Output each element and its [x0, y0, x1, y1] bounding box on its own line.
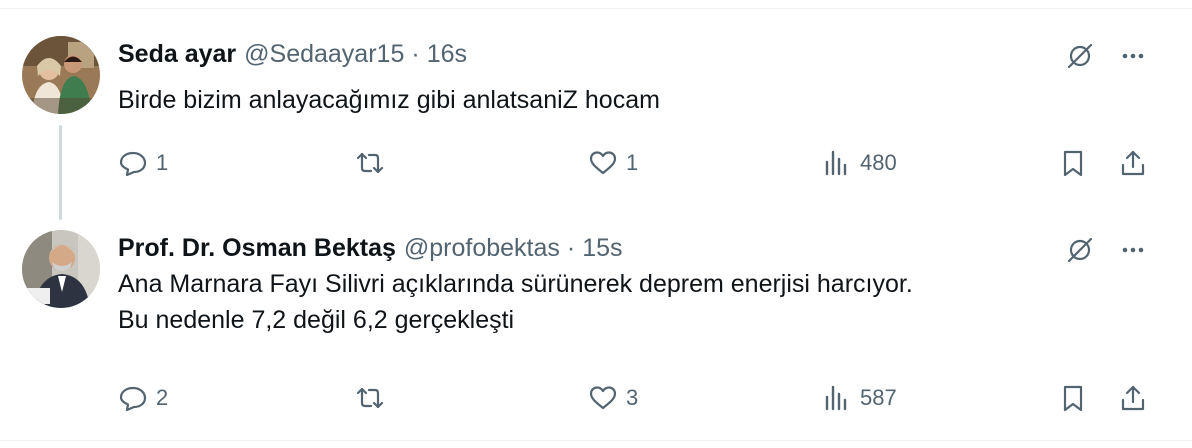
views-icon: [822, 383, 852, 413]
more-icon[interactable]: [1113, 36, 1153, 76]
tweet-text-line: Ana Marnara Fayı Silivri açıklarında sür…: [118, 270, 913, 298]
bookmark-icon: [1058, 148, 1088, 178]
like-count: 3: [626, 385, 639, 410]
tweet-text-line: Birde bizim anlayacağımız gibi anlatsani…: [118, 86, 660, 114]
share-button[interactable]: [1118, 143, 1148, 183]
display-name[interactable]: Seda ayar: [118, 40, 236, 69]
share-icon: [1118, 383, 1148, 413]
separator: ·: [411, 39, 420, 68]
tweet-header: Seda ayar @Sedaayar15 · 16s: [118, 38, 467, 70]
like-button[interactable]: 1: [588, 143, 638, 183]
action-bar: 2 3 587: [0, 378, 1192, 418]
views-button[interactable]: 587: [822, 378, 897, 418]
tweet[interactable]: Prof. Dr. Osman Bektaş @profobektas · 15…: [0, 218, 1192, 440]
grok-icon[interactable]: [1060, 230, 1100, 270]
retweet-icon: [355, 383, 385, 413]
user-handle[interactable]: @Sedaayar15: [244, 40, 404, 69]
avatar[interactable]: [22, 230, 100, 308]
retweet-button[interactable]: [355, 143, 393, 183]
tweet-text: Ana Marnara Fayı Silivri açıklarında sür…: [118, 266, 913, 338]
bookmark-button[interactable]: [1058, 143, 1088, 183]
reply-button[interactable]: 2: [118, 378, 168, 418]
timestamp[interactable]: 15s: [582, 234, 622, 263]
reply-button[interactable]: 1: [118, 143, 168, 183]
views-count: 480: [860, 150, 897, 175]
reply-count: 1: [156, 150, 169, 175]
separator: ·: [566, 233, 576, 262]
reply-icon: [118, 148, 148, 178]
tweet[interactable]: Seda ayar @Sedaayar15 · 16s Birde bizim …: [0, 0, 1192, 220]
more-icon[interactable]: [1113, 230, 1153, 270]
retweet-button[interactable]: [355, 378, 393, 418]
like-count: 1: [626, 150, 639, 175]
avatar[interactable]: [22, 36, 100, 114]
tweet-header: Prof. Dr. Osman Bektaş @profobektas · 15…: [118, 232, 623, 264]
tweet-text-line: Bu nedenle 7,2 değil 6,2 gerçekleşti: [118, 306, 515, 334]
reply-icon: [118, 383, 148, 413]
user-handle[interactable]: @profobektas: [404, 234, 560, 263]
tweet-text: Birde bizim anlayacağımız gibi anlatsani…: [118, 82, 660, 118]
bookmark-button[interactable]: [1058, 378, 1088, 418]
views-count: 587: [860, 385, 897, 410]
reply-count: 2: [156, 385, 169, 410]
like-button[interactable]: 3: [588, 378, 638, 418]
views-icon: [822, 148, 852, 178]
display-name[interactable]: Prof. Dr. Osman Bektaş: [118, 234, 396, 263]
bookmark-icon: [1058, 383, 1088, 413]
heart-icon: [588, 383, 618, 413]
timestamp[interactable]: 16s: [427, 40, 467, 69]
action-bar: 1 1 480: [0, 143, 1192, 183]
bottom-divider: [0, 440, 1192, 441]
share-button[interactable]: [1118, 378, 1148, 418]
share-icon: [1118, 148, 1148, 178]
retweet-icon: [355, 148, 385, 178]
heart-icon: [588, 148, 618, 178]
grok-icon[interactable]: [1060, 36, 1100, 76]
views-button[interactable]: 480: [822, 143, 897, 183]
